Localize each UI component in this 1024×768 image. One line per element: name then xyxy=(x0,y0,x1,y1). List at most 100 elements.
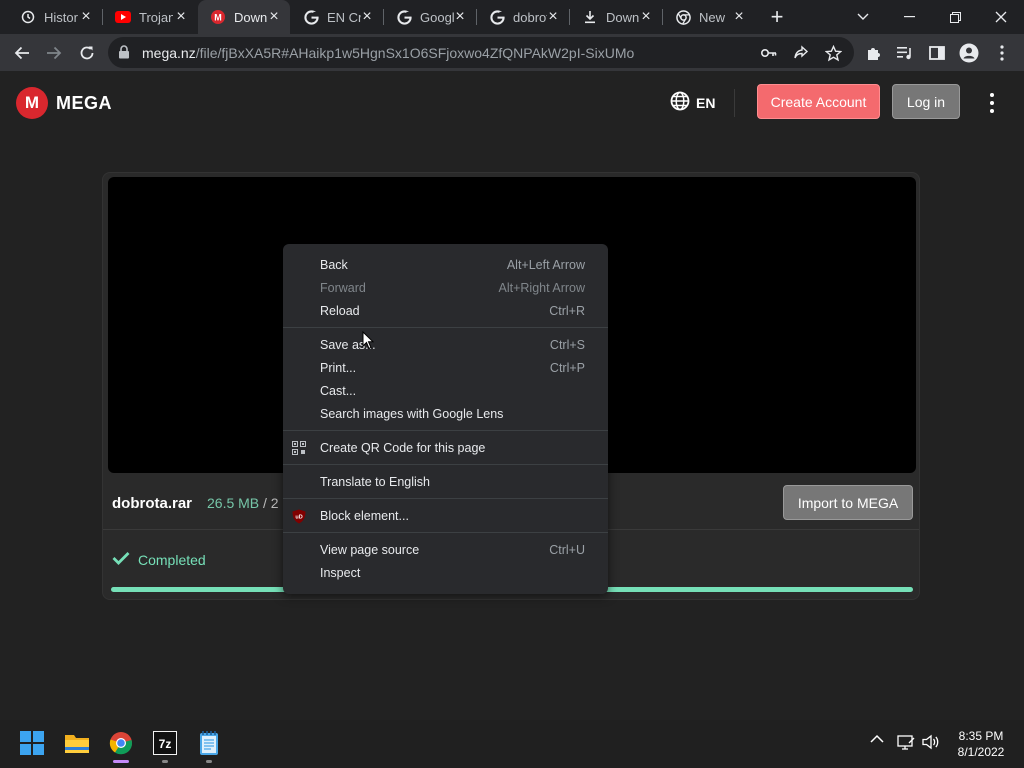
tab-title: Trojan xyxy=(139,9,173,25)
lock-icon[interactable] xyxy=(118,45,130,64)
windows-start-icon[interactable] xyxy=(17,728,47,758)
menu-item-save-as[interactable]: Save as... Ctrl+S xyxy=(283,333,608,356)
header-divider xyxy=(734,89,735,117)
menu-item-label: Cast... xyxy=(320,383,357,398)
menu-item-print[interactable]: Print... Ctrl+P xyxy=(283,356,608,379)
menu-item-cast[interactable]: Cast... xyxy=(283,379,608,402)
menu-item-label: Forward xyxy=(320,280,366,295)
menu-item-search-images-with-google-lens[interactable]: Search images with Google Lens xyxy=(283,402,608,425)
menu-item-reload[interactable]: Reload Ctrl+R xyxy=(283,299,608,322)
notepad-icon[interactable] xyxy=(194,728,224,758)
tab-search-chevron-icon[interactable] xyxy=(840,0,886,34)
tab-new[interactable]: New × xyxy=(663,0,755,34)
menu-item-translate-to-english[interactable]: Translate to English xyxy=(283,470,608,493)
menu-item-shortcut: Ctrl+S xyxy=(549,337,585,352)
tab-en-cr[interactable]: EN Cr × xyxy=(291,0,383,34)
system-clock[interactable]: 8:35 PM 8/1/2022 xyxy=(946,728,1016,760)
menu-item-label: Create QR Code for this page xyxy=(320,440,486,455)
menu-separator xyxy=(283,430,608,431)
mouse-pointer-icon xyxy=(362,330,375,355)
windows-taskbar: 7z 8:35 PM 8/1/2022 xyxy=(0,720,1024,768)
close-tab-icon[interactable]: × xyxy=(452,9,468,25)
menu-separator xyxy=(283,464,608,465)
chrome-taskbar-icon[interactable] xyxy=(106,728,136,758)
menu-item-forward[interactable]: Forward Alt+Right Arrow xyxy=(283,276,608,299)
menu-item-label: Back xyxy=(320,257,348,272)
menu-item-label: Inspect xyxy=(320,565,361,580)
url-path: /file/fjBxXA5R#AHaikp1w5HgnSx1O6SFjoxwo4… xyxy=(195,45,635,61)
minimize-icon[interactable] xyxy=(886,0,932,34)
menu-separator xyxy=(283,327,608,328)
close-tab-icon[interactable]: × xyxy=(78,9,94,25)
tab-mega-download[interactable]: M Download × xyxy=(198,0,290,34)
key-icon[interactable] xyxy=(758,42,780,64)
tab-title: Google xyxy=(420,9,454,25)
menu-item-shortcut: Alt+Left Arrow xyxy=(506,257,585,272)
mega-logo-circle: M xyxy=(16,87,48,119)
tab-dobrota[interactable]: dobrota × xyxy=(477,0,569,34)
close-tab-icon[interactable]: × xyxy=(731,9,747,25)
tab-history[interactable]: History × xyxy=(8,0,102,34)
reload-icon[interactable] xyxy=(74,40,100,66)
google-icon xyxy=(396,9,412,25)
clock-time: 8:35 PM xyxy=(958,729,1004,743)
history-icon xyxy=(20,9,36,25)
file-size-separator: / 2 xyxy=(259,495,279,511)
menu-item-shortcut: Alt+Right Arrow xyxy=(498,280,586,295)
extensions-puzzle-icon[interactable] xyxy=(861,40,887,66)
close-tab-icon[interactable]: × xyxy=(359,9,375,25)
close-tab-icon[interactable]: × xyxy=(266,9,282,25)
bookmark-star-icon[interactable] xyxy=(822,42,844,64)
chrome-active-indicator xyxy=(113,760,129,763)
chrome-icon xyxy=(675,9,691,25)
media-queue-icon[interactable] xyxy=(892,40,918,66)
file-explorer-icon[interactable] xyxy=(62,728,92,758)
svg-text:M: M xyxy=(214,13,222,23)
tab-google[interactable]: Google × xyxy=(384,0,476,34)
tab-trojan[interactable]: Trojan × xyxy=(103,0,197,34)
back-arrow-icon[interactable] xyxy=(9,40,35,66)
globe-icon xyxy=(670,91,690,114)
mega-logo-text: MEGA xyxy=(56,92,112,113)
tab-title: Download xyxy=(234,9,268,25)
profile-avatar-icon[interactable] xyxy=(956,40,982,66)
login-button[interactable]: Log in xyxy=(892,84,960,119)
file-size: 26.5 MB / 2 xyxy=(207,495,279,511)
browser-toolbar: mega.nz/file/fjBxXA5R#AHaikp1w5HgnSx1O6S… xyxy=(0,34,1024,71)
close-window-icon[interactable] xyxy=(978,0,1024,34)
close-tab-icon[interactable]: × xyxy=(545,9,561,25)
google-icon xyxy=(303,9,319,25)
mega-logo[interactable]: M MEGA xyxy=(16,87,112,119)
tab-title: History xyxy=(44,9,78,25)
close-tab-icon[interactable]: × xyxy=(173,9,189,25)
notepad-running-indicator xyxy=(206,760,212,763)
close-tab-icon[interactable]: × xyxy=(638,9,654,25)
url-text[interactable]: mega.nz/file/fjBxXA5R#AHaikp1w5HgnSx1O6S… xyxy=(142,45,634,61)
import-to-mega-button[interactable]: Import to MEGA xyxy=(783,485,913,520)
forward-arrow-icon[interactable] xyxy=(41,40,67,66)
address-bar[interactable]: mega.nz/file/fjBxXA5R#AHaikp1w5HgnSx1O6S… xyxy=(108,37,854,68)
menu-item-inspect[interactable]: Inspect xyxy=(283,561,608,584)
language-label: EN xyxy=(696,94,716,111)
volume-icon[interactable] xyxy=(922,734,940,750)
menu-item-shortcut: Ctrl+R xyxy=(549,303,585,318)
network-icon[interactable] xyxy=(897,734,915,750)
share-icon[interactable] xyxy=(790,42,812,64)
svg-text:7z: 7z xyxy=(159,737,172,751)
side-panel-icon[interactable] xyxy=(924,40,950,66)
7zip-icon[interactable]: 7z xyxy=(150,728,180,758)
chrome-menu-kebab-icon[interactable] xyxy=(989,40,1015,66)
new-tab-button[interactable]: + xyxy=(766,6,788,28)
show-hidden-icons-chevron-icon[interactable] xyxy=(870,734,884,744)
tab-title: New xyxy=(699,9,726,25)
tab-downloads[interactable]: Download × xyxy=(570,0,662,34)
menu-item-back[interactable]: Back Alt+Left Arrow xyxy=(283,253,608,276)
menu-item-create-qr-code-for-this-page[interactable]: Create QR Code for this page xyxy=(283,436,608,459)
tab-title: EN Cr xyxy=(327,9,361,25)
restore-icon[interactable] xyxy=(932,0,978,34)
menu-item-view-page-source[interactable]: View page source Ctrl+U xyxy=(283,538,608,561)
menu-item-block-element[interactable]: uD Block element... xyxy=(283,504,608,527)
language-selector[interactable]: EN xyxy=(670,91,715,114)
page-menu-kebab-icon[interactable] xyxy=(982,91,1002,115)
create-account-button[interactable]: Create Account xyxy=(757,84,880,119)
